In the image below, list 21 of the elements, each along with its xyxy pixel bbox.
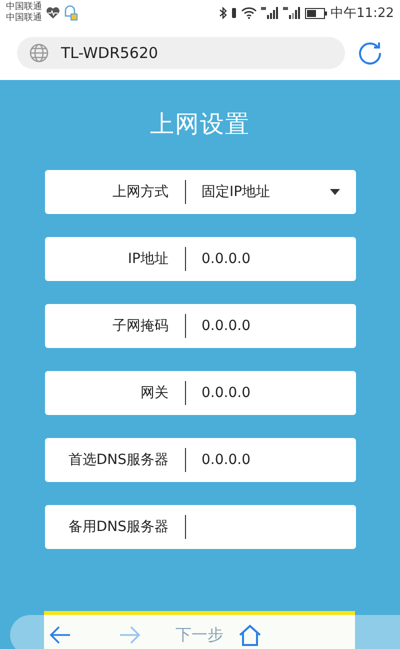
form-field[interactable]: 子网掩码 0.0.0.0 [44, 304, 356, 348]
form-field[interactable]: 首选DNS服务器 0.0.0.0 [44, 438, 356, 482]
battery-icon [304, 8, 327, 18]
form-field[interactable]: 上网方式 固定IP地址 [44, 170, 356, 214]
globe-icon [29, 43, 49, 63]
back-arrow-icon[interactable] [48, 625, 72, 645]
address-field[interactable]: TL-WDR5620 [17, 37, 345, 69]
form-field[interactable]: IP地址 0.0.0.0 [44, 237, 356, 281]
clock-time: 中午11:22 [330, 5, 394, 22]
dropdown-caret-icon [330, 189, 340, 195]
page-title: 上网设置 [150, 109, 250, 140]
home-icon[interactable] [238, 624, 262, 646]
signal-icon [282, 7, 301, 19]
form-field[interactable]: 备用DNS服务器 [44, 505, 356, 549]
form-field[interactable]: 网关 0.0.0.0 [44, 371, 356, 415]
heart-icon [46, 7, 60, 19]
carrier-name: 中国联通 [6, 2, 42, 12]
bluetooth-icon [218, 7, 227, 19]
signal-icon [260, 7, 279, 19]
wifi-icon [240, 7, 257, 19]
carrier-name: 中国联通 [6, 13, 42, 24]
